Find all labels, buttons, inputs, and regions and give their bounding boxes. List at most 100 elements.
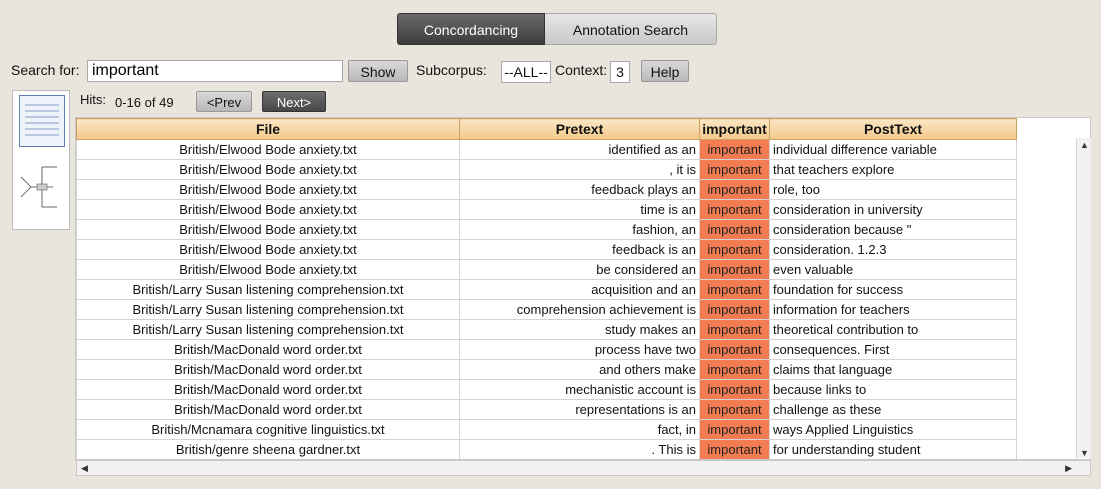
keyword-cell: important: [699, 259, 770, 280]
posttext-cell: that teachers explore: [769, 159, 1017, 180]
table-row[interactable]: British/Larry Susan listening comprehens…: [76, 299, 1017, 320]
parse-tree-icon[interactable]: [17, 157, 67, 217]
pretext-cell: study makes an: [459, 319, 700, 340]
search-row: Search for:: [11, 58, 79, 82]
posttext-cell: foundation for success: [769, 279, 1017, 300]
keyword-cell: important: [699, 379, 770, 400]
file-cell: British/Elwood Bode anxiety.txt: [76, 239, 460, 260]
table-row[interactable]: British/Elwood Bode anxiety.txt, it is im…: [76, 159, 1017, 180]
hits-range: 0-16 of 49: [115, 95, 174, 110]
table-row[interactable]: British/MacDonald word order.txt represen…: [76, 399, 1017, 420]
pretext-cell: acquisition and an: [459, 279, 700, 300]
table-row[interactable]: British/Elwood Bode anxiety.txt feedback …: [76, 239, 1017, 260]
concordance-table: File Pretext important PostText British/…: [75, 117, 1091, 460]
file-cell: British/Elwood Bode anxiety.txt: [76, 219, 460, 240]
keyword-cell: important: [699, 279, 770, 300]
pretext-cell: representations is an: [459, 399, 700, 420]
table-row[interactable]: British/Larry Susan listening comprehens…: [76, 279, 1017, 300]
keyword-cell: important: [699, 239, 770, 260]
table-row[interactable]: British/Elwood Bode anxiety.txt feedback …: [76, 179, 1017, 200]
search-input[interactable]: [87, 60, 343, 82]
mode-tabs: Concordancing Annotation Search: [397, 13, 717, 45]
pretext-cell: fact, in: [459, 419, 700, 440]
posttext-cell: individual difference variable: [769, 139, 1017, 160]
table-row[interactable]: British/MacDonald word order.txt and othe…: [76, 359, 1017, 380]
scroll-down-icon[interactable]: ▼: [1080, 448, 1089, 458]
posttext-cell: for understanding student: [769, 439, 1017, 459]
file-cell: British/Larry Susan listening comprehens…: [76, 279, 460, 300]
pretext-cell: be considered an: [459, 259, 700, 280]
scroll-right-icon[interactable]: ▶: [1065, 463, 1072, 474]
pretext-cell: , it is: [459, 159, 700, 180]
table-row[interactable]: British/Elwood Bode anxiety.txt time is a…: [76, 199, 1017, 220]
file-cell: British/MacDonald word order.txt: [76, 399, 460, 420]
file-cell: British/Elwood Bode anxiety.txt: [76, 159, 460, 180]
table-row[interactable]: British/MacDonald word order.txt mechanis…: [76, 379, 1017, 400]
posttext-cell: ways Applied Linguistics: [769, 419, 1017, 440]
show-button[interactable]: Show: [348, 60, 408, 82]
keyword-cell: important: [699, 439, 770, 459]
file-cell: British/MacDonald word order.txt: [76, 379, 460, 400]
pretext-cell: comprehension achievement is: [459, 299, 700, 320]
pretext-cell: mechanistic account is: [459, 379, 700, 400]
keyword-cell: important: [699, 199, 770, 220]
context-input[interactable]: 3: [610, 61, 630, 83]
column-header-keyword[interactable]: important: [699, 118, 770, 140]
pretext-cell: . This is: [459, 439, 700, 459]
keyword-cell: important: [699, 359, 770, 380]
next-button[interactable]: Next>: [262, 91, 326, 112]
file-cell: British/Elwood Bode anxiety.txt: [76, 199, 460, 220]
file-cell: British/Elwood Bode anxiety.txt: [76, 139, 460, 160]
posttext-cell: consequences. First: [769, 339, 1017, 360]
context-label: Context:: [555, 62, 608, 78]
subcorpus-select[interactable]: --ALL--: [501, 61, 551, 83]
table-row[interactable]: British/Elwood Bode anxiety.txt be consid…: [76, 259, 1017, 280]
keyword-cell: important: [699, 399, 770, 420]
posttext-cell: even valuable: [769, 259, 1017, 280]
posttext-cell: role, too: [769, 179, 1017, 200]
posttext-cell: claims that language: [769, 359, 1017, 380]
posttext-cell: because links to: [769, 379, 1017, 400]
search-label: Search for:: [11, 62, 80, 78]
table-row[interactable]: British/Mcnamara cognitive linguistics.t…: [76, 419, 1017, 440]
file-cell: British/Elwood Bode anxiety.txt: [76, 179, 460, 200]
hits-label: Hits:: [80, 92, 106, 107]
keyword-cell: important: [699, 159, 770, 180]
tab-annotation-search[interactable]: Annotation Search: [545, 13, 717, 45]
scroll-left-icon[interactable]: ◀: [81, 463, 88, 474]
file-cell: British/Larry Susan listening comprehens…: [76, 319, 460, 340]
column-header-file[interactable]: File: [76, 118, 460, 140]
horizontal-scrollbar[interactable]: ◀ ▶: [76, 460, 1091, 476]
pretext-cell: process have two: [459, 339, 700, 360]
vertical-scrollbar[interactable]: ▲ ▼: [1076, 138, 1091, 458]
posttext-cell: consideration. 1.2.3: [769, 239, 1017, 260]
file-cell: British/Larry Susan listening comprehens…: [76, 299, 460, 320]
document-icon[interactable]: [19, 95, 65, 147]
posttext-cell: consideration because ": [769, 219, 1017, 240]
keyword-cell: important: [699, 179, 770, 200]
pretext-cell: feedback is an: [459, 239, 700, 260]
scroll-up-icon[interactable]: ▲: [1080, 140, 1089, 150]
posttext-cell: theoretical contribution to: [769, 319, 1017, 340]
pretext-cell: and others make: [459, 359, 700, 380]
prev-button[interactable]: <Prev: [196, 91, 252, 112]
posttext-cell: challenge as these: [769, 399, 1017, 420]
file-cell: British/Elwood Bode anxiety.txt: [76, 259, 460, 280]
help-button[interactable]: Help: [641, 60, 689, 82]
table-row[interactable]: British/MacDonald word order.txt process …: [76, 339, 1017, 360]
file-cell: British/genre sheena gardner.txt: [76, 439, 460, 459]
column-header-pretext[interactable]: Pretext: [459, 118, 700, 140]
table-row[interactable]: British/genre sheena gardner.txt. This i…: [76, 439, 1017, 459]
table-row[interactable]: British/Elwood Bode anxiety.txt identifie…: [76, 139, 1017, 160]
tab-concordancing[interactable]: Concordancing: [397, 13, 545, 45]
table-header: File Pretext important PostText: [76, 118, 1017, 140]
posttext-cell: consideration in university: [769, 199, 1017, 220]
table-row[interactable]: British/Larry Susan listening comprehens…: [76, 319, 1017, 340]
keyword-cell: important: [699, 219, 770, 240]
file-cell: British/MacDonald word order.txt: [76, 339, 460, 360]
column-header-posttext[interactable]: PostText: [769, 118, 1017, 140]
table-row[interactable]: British/Elwood Bode anxiety.txt fashion, …: [76, 219, 1017, 240]
keyword-cell: important: [699, 299, 770, 320]
pretext-cell: time is an: [459, 199, 700, 220]
keyword-cell: important: [699, 139, 770, 160]
